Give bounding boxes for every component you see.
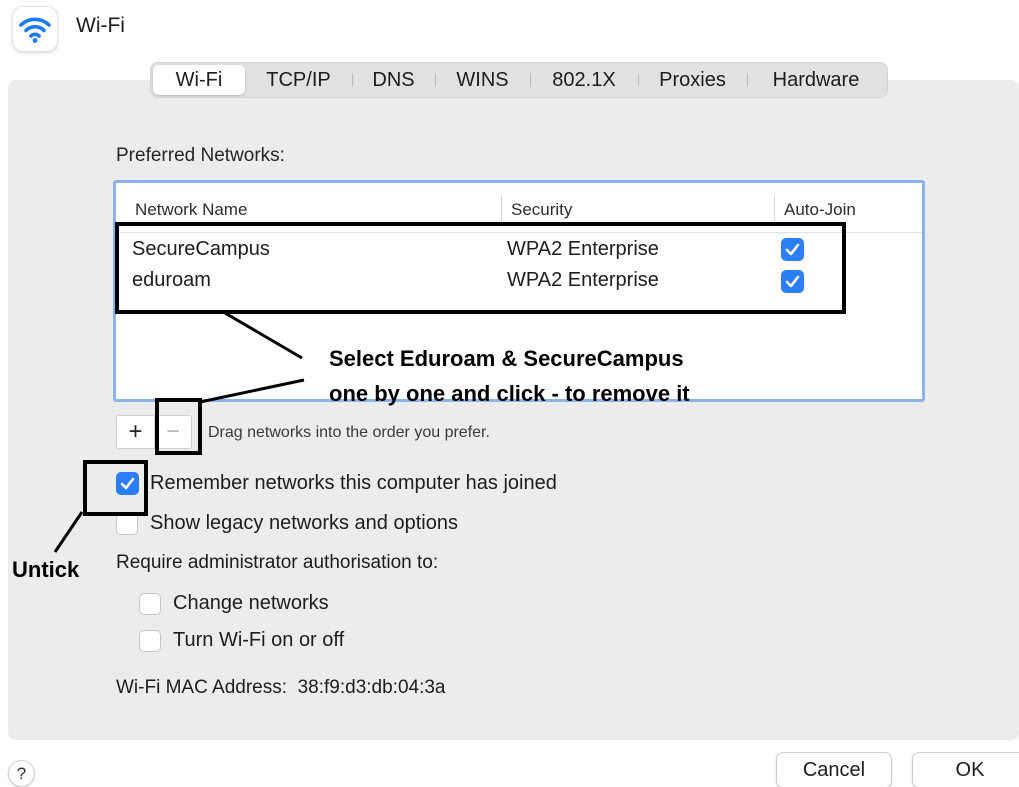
annotation-box-networks [115,222,846,314]
annotation-instruction-line1: Select Eduroam & SecureCampus [329,346,684,371]
legacy-networks-label: Show legacy networks and options [150,512,458,534]
tab-proxies[interactable]: Proxies [638,65,747,95]
help-button[interactable]: ? [8,760,35,787]
ok-button[interactable]: OK [912,752,1019,787]
remember-networks-label: Remember networks this computer has join… [150,472,557,494]
mac-address-value: 38:f9:d3:db:04:3a [297,677,446,698]
annotation-instruction-line2: one by one and click - to remove it [329,381,690,406]
mac-address-label: Wi-Fi MAC Address: [116,677,288,698]
column-divider [501,195,502,225]
window-title: Wi-Fi [76,14,125,37]
mac-address: Wi-Fi MAC Address: 38:f9:d3:db:04:3a [116,677,446,699]
tab-hardware[interactable]: Hardware [747,65,885,95]
tab-8021x[interactable]: 802.1X [530,65,638,95]
annotation-box-remove-button [155,398,202,455]
tab-wifi[interactable]: Wi-Fi [153,65,245,95]
tab-tcpip[interactable]: TCP/IP [245,65,352,95]
add-network-button[interactable]: + [117,416,154,448]
column-header-network-name[interactable]: Network Name [135,200,247,220]
column-divider [774,195,775,225]
wifi-icon [12,6,58,52]
cancel-button[interactable]: Cancel [776,752,892,787]
annotation-box-remember-checkbox [83,460,148,516]
column-header-auto-join[interactable]: Auto-Join [784,200,856,220]
annotation-untick: Untick [12,557,80,582]
toggle-wifi-label: Turn Wi-Fi on or off [173,629,345,651]
tab-wins[interactable]: WINS [435,65,530,95]
change-networks-label: Change networks [173,592,329,614]
column-header-security[interactable]: Security [511,200,572,220]
drag-hint-text: Drag networks into the order you prefer. [208,424,490,441]
wifi-settings-window: Wi-Fi Wi-Fi TCP/IP DNS WINS 802.1X Proxi… [0,0,1019,787]
tab-bar: Wi-Fi TCP/IP DNS WINS 802.1X Proxies Har… [150,62,888,98]
legacy-networks-checkbox[interactable] [116,513,138,535]
preferred-networks-label: Preferred Networks: [116,145,285,166]
toggle-wifi-checkbox[interactable] [139,630,161,652]
change-networks-checkbox[interactable] [139,593,161,615]
tab-dns[interactable]: DNS [352,65,435,95]
require-admin-label: Require administrator authorisation to: [116,552,439,573]
